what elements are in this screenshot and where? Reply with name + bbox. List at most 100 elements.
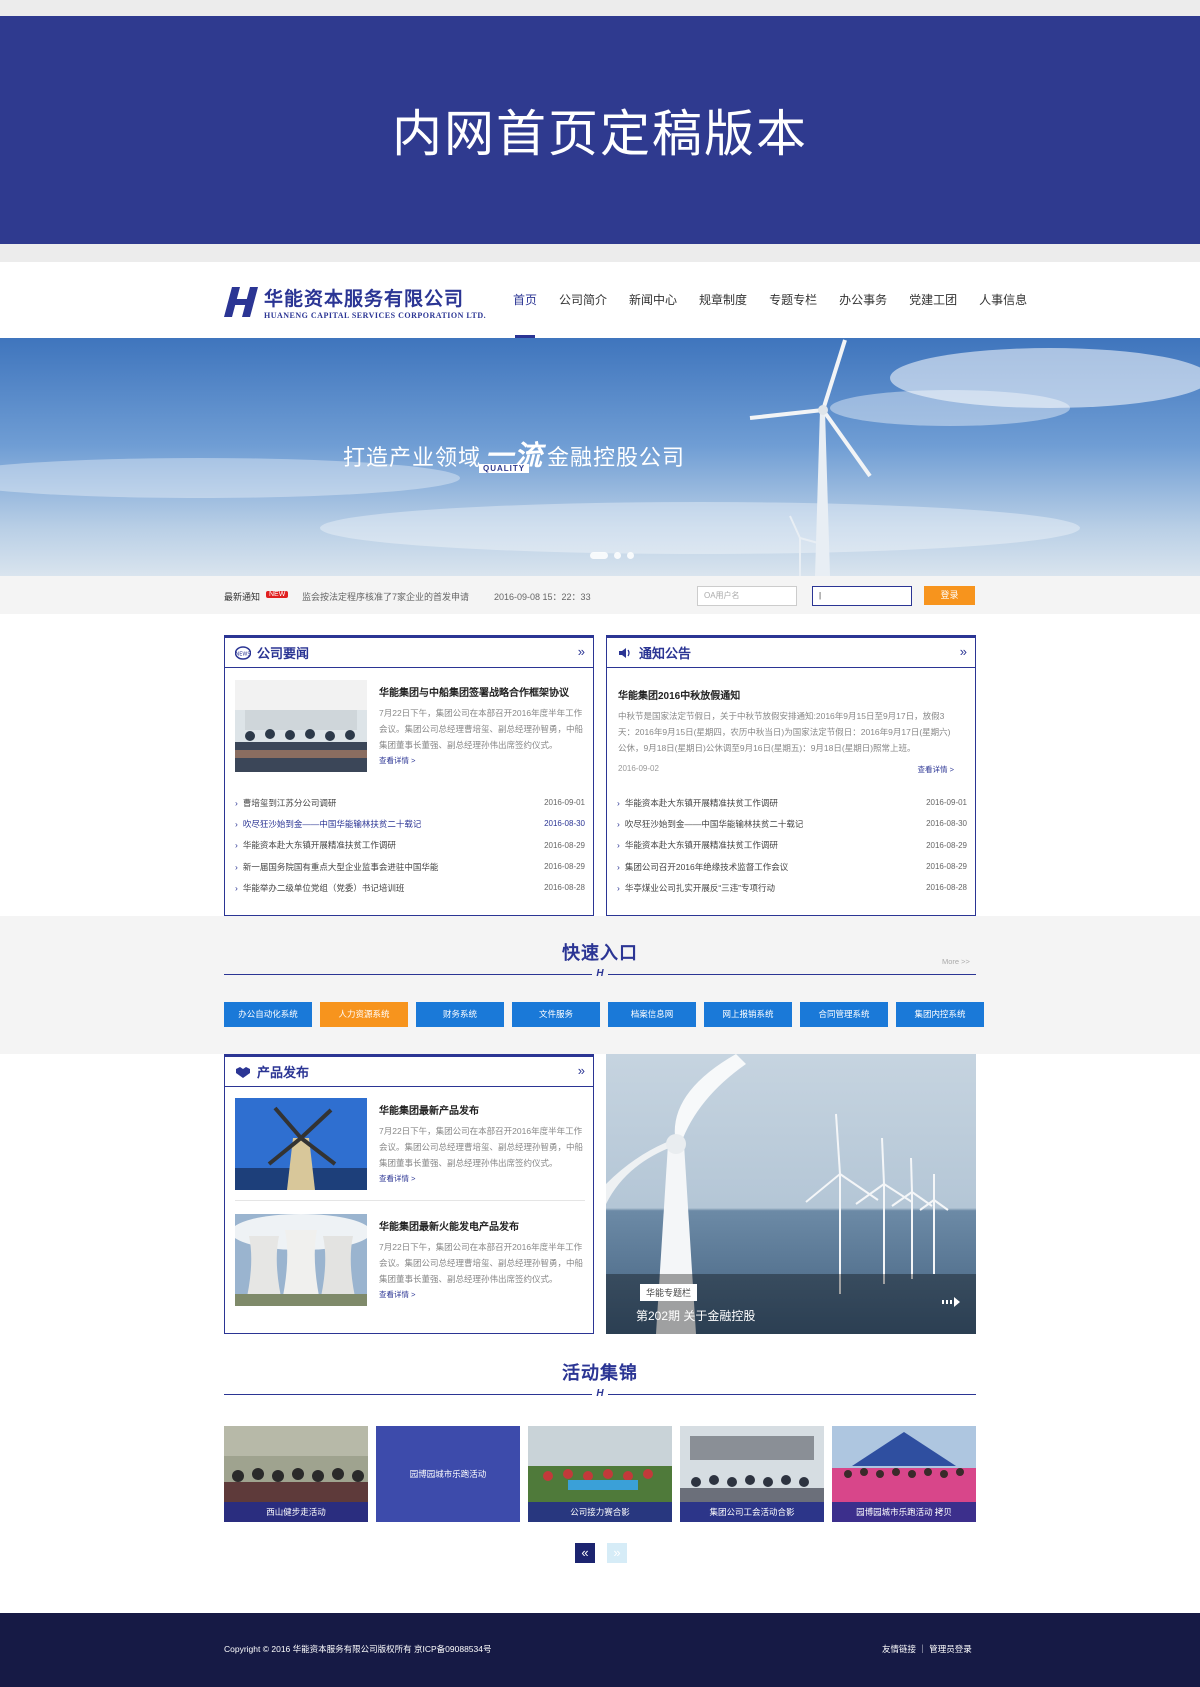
hero-pagination	[590, 552, 634, 559]
product-more-icon[interactable]: »	[578, 1063, 585, 1078]
nav-news[interactable]: 新闻中心	[618, 262, 688, 338]
nav-hr[interactable]: 人事信息	[968, 262, 1038, 338]
list-item[interactable]: 华能资本赴大东镇开展精准扶贫工作调研2016-09-01	[617, 792, 967, 813]
product-item-1-more[interactable]: 查看详情 >	[379, 1173, 583, 1184]
list-item[interactable]: 新一届国务院国有重点大型企业监事会进驻中国华能2016-08-29	[235, 856, 585, 877]
nav-party[interactable]: 党建工团	[898, 262, 968, 338]
notice-title: 通知公告	[639, 646, 692, 661]
meeting-photo	[235, 680, 367, 772]
notice-feature-title[interactable]: 华能集团2016中秋放假通知	[618, 687, 964, 702]
gallery-caption-1: 西山健步走活动	[224, 1502, 368, 1522]
list-item[interactable]: 吹尽狂沙始到金——中国华能输林扶贫二十载记2016-08-30	[617, 813, 967, 834]
gallery-item-4[interactable]: 集团公司工会活动合影	[680, 1426, 824, 1522]
password-input[interactable]: |	[812, 586, 912, 606]
quality-badge: QUALITY	[479, 464, 530, 473]
speaker-icon	[617, 646, 633, 660]
cooling-tower-photo	[231, 1214, 371, 1306]
list-item[interactable]: 华能资本赴大东镇开展精准扶贫工作调研2016-08-29	[235, 835, 585, 856]
quick-btn-hr[interactable]: 人力资源系统	[320, 1002, 408, 1027]
list-item[interactable]: 吹尽狂沙始到金——中国华能输林扶贫二十载记2016-08-30	[235, 813, 585, 834]
quick-entry-title: 快速入口	[562, 943, 638, 963]
notice-feature[interactable]: 华能集团2016中秋放假通知 中秋节是国家法定节假日，关于中秋节放假安排通知:2…	[618, 683, 964, 775]
company-news-feature[interactable]: 华能集团与中船集团签署战略合作框架协议 7月22日下午，集团公司在本部召开201…	[235, 680, 583, 772]
main-nav: 首页 公司简介 新闻中心 规章制度 专题专栏 办公事务 党建工团 人事信息	[502, 262, 1038, 338]
slogan-pre: 打造产业领域	[343, 445, 482, 470]
list-item[interactable]: 华亭煤业公司扎实开展反“三违”专项行动2016-08-28	[617, 877, 967, 898]
product-item-2[interactable]: 华能集团最新火能发电产品发布 7月22日下午，集团公司在本部召开2016年度半年…	[231, 1214, 583, 1306]
footer-copyright: Copyright © 2016 华能资本服务有限公司版权所有 京ICP备090…	[224, 1644, 492, 1654]
list-item[interactable]: 曹培玺到江苏分公司调研2016-09-01	[235, 792, 585, 813]
windmill-photo	[235, 1098, 367, 1190]
quick-entry-more[interactable]: More >>	[942, 957, 970, 966]
divider-logo-icon: H	[592, 1388, 608, 1400]
nav-special[interactable]: 专题专栏	[758, 262, 828, 338]
hero-dot-1[interactable]	[590, 552, 608, 559]
latest-notice-text[interactable]: 监会按法定程序核准了7家企业的首发申请	[302, 590, 469, 603]
gallery-item-3[interactable]: 公司接力赛合影	[528, 1426, 672, 1522]
hero-dot-3[interactable]	[627, 552, 634, 559]
hero-dot-2[interactable]	[614, 552, 621, 559]
svg-text:NEWS: NEWS	[235, 651, 250, 657]
list-item[interactable]: 集团公司召开2016年绝缘技术监督工作会议2016-08-29	[617, 856, 967, 877]
company-news-feature-title[interactable]: 华能集团与中船集团签署战略合作框架协议	[379, 684, 583, 699]
gallery-caption-3: 公司接力赛合影	[528, 1502, 672, 1522]
gallery-caption-5: 园博园城市乐跑活动 拷贝	[832, 1502, 976, 1522]
logo-cn-text: 华能资本服务有限公司	[264, 289, 465, 310]
gallery-prev-button[interactable]: «	[575, 1543, 595, 1563]
gallery-title: 活动集锦	[562, 1363, 638, 1383]
site-footer	[0, 1613, 1200, 1687]
divider-logo-icon: H	[592, 968, 608, 980]
product-item-1-title[interactable]: 华能集团最新产品发布	[379, 1102, 583, 1117]
gallery-next-button[interactable]: »	[607, 1543, 627, 1563]
quick-btn-archive[interactable]: 档案信息网	[608, 1002, 696, 1027]
special-column-arrow-icon[interactable]	[942, 1296, 960, 1310]
gallery-list: 西山健步走活动 园博园城市乐跑活动 公司接力赛合影 集团公司工会活动合影 园博园…	[224, 1426, 976, 1522]
company-news-list: 曹培玺到江苏分公司调研2016-09-01 吹尽狂沙始到金——中国华能输林扶贫二…	[235, 792, 585, 898]
section-gap	[0, 244, 1200, 262]
logo-en-text: HUANENG CAPITAL SERVICES CORPORATION LTD…	[264, 311, 487, 320]
gallery-caption-2: 园博园城市乐跑活动	[376, 1426, 520, 1522]
nav-home[interactable]: 首页	[502, 262, 548, 338]
new-badge: NEW	[266, 591, 289, 598]
gallery-item-5[interactable]: 园博园城市乐跑活动 拷贝	[832, 1426, 976, 1522]
quick-btn-finance[interactable]: 财务系统	[416, 1002, 504, 1027]
nav-office[interactable]: 办公事务	[828, 262, 898, 338]
list-item[interactable]: 华能举办二级单位党组（党委）书记培训班2016-08-28	[235, 877, 585, 898]
gallery-caption-4: 集团公司工会活动合影	[680, 1502, 824, 1522]
list-item[interactable]: 华能资本赴大东镇开展精准扶贫工作调研2016-08-29	[617, 835, 967, 856]
logo-h-icon	[224, 285, 260, 319]
latest-notice-date: 2016-09-08 15：22：33	[494, 592, 591, 602]
gallery-item-2[interactable]: 园博园城市乐跑活动	[376, 1426, 520, 1522]
company-news-more-icon[interactable]: »	[578, 644, 585, 659]
quick-btn-control[interactable]: 集团内控系统	[896, 1002, 984, 1027]
company-news-feature-desc: 7月22日下午，集团公司在本部召开2016年度半年工作会议。集团公司总经理曹培玺…	[379, 708, 584, 750]
company-logo[interactable]: 华能资本服务有限公司 HUANENG CAPITAL SERVICES CORP…	[224, 284, 486, 320]
slogan-post: 金融控股公司	[547, 445, 686, 470]
quick-btn-files[interactable]: 文件服务	[512, 1002, 600, 1027]
nav-rules[interactable]: 规章制度	[688, 262, 758, 338]
top-strip	[0, 0, 1200, 16]
gallery-item-1[interactable]: 西山健步走活动	[224, 1426, 368, 1522]
username-input[interactable]: OA用户名	[697, 586, 797, 606]
login-button[interactable]: 登录	[924, 586, 975, 605]
product-item-1[interactable]: 华能集团最新产品发布 7月22日下午，集团公司在本部召开2016年度半年工作会议…	[235, 1098, 583, 1190]
product-title: 产品发布	[257, 1065, 310, 1080]
notice-feature-more[interactable]: 查看详情 >	[918, 764, 954, 775]
company-news-title: 公司要闻	[257, 646, 310, 661]
notice-feature-date: 2016-09-02	[618, 764, 659, 773]
notice-list: 华能资本赴大东镇开展精准扶贫工作调研2016-09-01 吹尽狂沙始到金——中国…	[617, 792, 967, 898]
special-column-title[interactable]: 第202期 关于金融控股	[636, 1307, 755, 1324]
product-item-2-more[interactable]: 查看详情 >	[379, 1289, 583, 1300]
nav-about[interactable]: 公司简介	[548, 262, 618, 338]
company-news-feature-more[interactable]: 查看详情 >	[379, 755, 583, 766]
quick-entry-buttons: 办公自动化系统 人力资源系统 财务系统 文件服务 档案信息网 网上报销系统 合同…	[224, 1002, 984, 1027]
quick-btn-expense[interactable]: 网上报销系统	[704, 1002, 792, 1027]
product-item-2-title[interactable]: 华能集团最新火能发电产品发布	[379, 1218, 583, 1233]
product-divider	[235, 1200, 585, 1201]
hero-slogan: 打造产业领域 一流 金融控股公司 QUALITY	[343, 434, 685, 474]
notice-more-icon[interactable]: »	[960, 644, 967, 659]
quick-btn-oa[interactable]: 办公自动化系统	[224, 1002, 312, 1027]
quick-btn-contract[interactable]: 合同管理系统	[800, 1002, 888, 1027]
news-icon: NEWS	[235, 645, 251, 660]
footer-links[interactable]: 友情链接 ｜ 管理员登录	[882, 1643, 972, 1655]
